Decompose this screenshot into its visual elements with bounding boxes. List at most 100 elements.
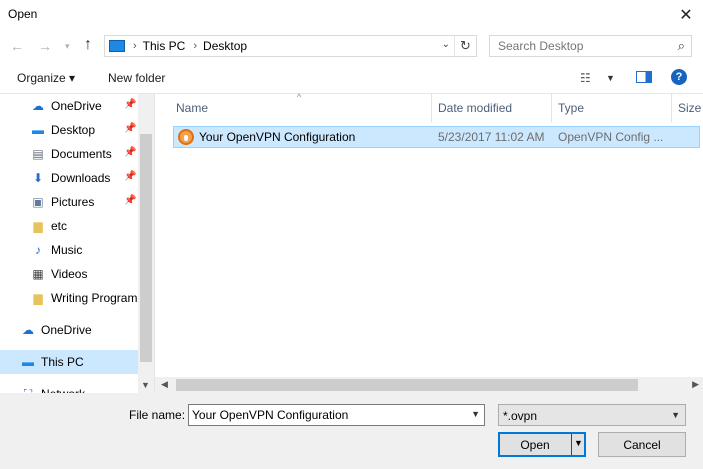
sidebar-item-label: This PC — [41, 355, 84, 369]
command-toolbar: Organize ▾ New folder ☷ ▼ ? — [0, 62, 703, 94]
scrollbar-thumb[interactable] — [140, 134, 152, 362]
downloads-icon: ⬇ — [32, 171, 44, 185]
column-divider[interactable] — [671, 94, 672, 122]
open-button-label: Open — [520, 438, 550, 452]
address-bar[interactable]: › This PC › Desktop ⌄ ↻ — [104, 35, 477, 57]
forward-arrow-icon[interactable]: → — [38, 38, 52, 54]
sidebar-item-label: Documents — [51, 147, 112, 161]
file-name-combobox[interactable]: ▼ — [188, 404, 485, 426]
horizontal-scrollbar[interactable]: ◀ ▶ — [155, 377, 703, 393]
sidebar-item-label: Desktop — [51, 123, 96, 137]
cancel-button[interactable]: Cancel — [598, 432, 686, 457]
pin-icon: 📌 — [124, 195, 137, 206]
openvpn-icon — [178, 129, 194, 145]
documents-icon: ▤ — [32, 147, 44, 161]
organize-button[interactable]: Organize ▾ — [17, 71, 75, 85]
breadcrumb-separator-icon[interactable]: › — [193, 40, 197, 52]
preview-pane-icon[interactable] — [636, 71, 652, 83]
file-type: OpenVPN Config ... — [558, 130, 664, 144]
column-divider[interactable] — [551, 94, 552, 122]
column-divider[interactable] — [431, 94, 432, 122]
scroll-down-icon[interactable]: ▼ — [141, 380, 150, 390]
sidebar-item-music[interactable]: ♪ Music — [0, 238, 138, 262]
address-dropdown-icon[interactable]: ⌄ — [442, 39, 450, 50]
file-type-filter-value: *.ovpn — [503, 409, 538, 423]
navigation-scrollbar[interactable]: ▼ — [138, 94, 154, 393]
back-arrow-icon[interactable]: ← — [10, 38, 24, 54]
file-row[interactable]: Your OpenVPN Configuration 5/23/2017 11:… — [173, 126, 700, 148]
pin-icon: 📌 — [124, 147, 137, 158]
sidebar-item-this-pc[interactable]: ▬ This PC — [0, 350, 138, 374]
sidebar-item-network[interactable]: ⛶Network — [0, 382, 138, 393]
window-title: Open — [8, 7, 38, 21]
desktop-icon: ▬ — [32, 123, 44, 137]
refresh-icon[interactable]: ↻ — [454, 36, 476, 56]
recent-locations-chevron-icon[interactable]: ▾ — [65, 41, 70, 52]
sidebar-item-label: OneDrive — [41, 323, 92, 337]
onedrive-icon: ☁ — [32, 99, 44, 113]
chevron-down-icon[interactable]: ▼ — [671, 410, 680, 420]
sidebar-item-desktop[interactable]: ▬ Desktop 📌 — [0, 118, 138, 142]
pictures-icon: ▣ — [32, 195, 44, 209]
breadcrumb-desktop[interactable]: Desktop — [203, 39, 247, 53]
onedrive-icon: ☁ — [22, 323, 34, 337]
sidebar-item-writing-program[interactable]: ▆ Writing Program — [0, 286, 138, 310]
view-options-icon[interactable]: ☷ — [580, 71, 591, 85]
file-name-panel: File name: ▼ *.ovpn ▼ Open ▼ Cancel — [0, 393, 703, 469]
scroll-right-icon[interactable]: ▶ — [692, 379, 699, 390]
column-header-date-modified[interactable]: Date modified — [438, 94, 512, 122]
address-row: ← → ▾ ↑ › This PC › Desktop ⌄ ↻ ⌕ — [0, 30, 703, 62]
column-header-type[interactable]: Type — [558, 94, 584, 122]
this-pc-icon: ▬ — [22, 355, 34, 369]
title-bar: Open ✕ — [0, 0, 703, 30]
open-options-chevron-icon[interactable]: ▼ — [574, 438, 583, 448]
file-list-pane[interactable]: ^ Name Date modified Type Size Your Open… — [154, 92, 703, 393]
sort-ascending-icon: ^ — [297, 92, 302, 102]
breadcrumb-separator-icon[interactable]: › — [133, 40, 137, 52]
chevron-down-icon[interactable]: ▼ — [471, 409, 480, 419]
search-input[interactable] — [490, 36, 670, 56]
view-dropdown-icon[interactable]: ▼ — [606, 73, 615, 83]
file-name-label: File name: — [129, 408, 186, 422]
sidebar-item-documents[interactable]: ▤ Documents 📌 — [0, 142, 138, 166]
search-icon[interactable]: ⌕ — [678, 38, 685, 54]
search-box[interactable]: ⌕ — [489, 35, 692, 57]
sidebar-item-downloads[interactable]: ⬇ Downloads 📌 — [0, 166, 138, 190]
folder-icon: ▆ — [33, 291, 43, 305]
file-name-input[interactable] — [189, 405, 464, 425]
sidebar-item-label: Downloads — [51, 171, 111, 185]
sidebar-item-label: Videos — [51, 267, 88, 281]
file-name: Your OpenVPN Configuration — [199, 130, 356, 144]
sidebar-item-label: OneDrive — [51, 99, 102, 113]
split-divider — [571, 434, 572, 455]
breadcrumb-this-pc[interactable]: This PC — [143, 39, 186, 53]
sidebar-item-etc[interactable]: ▆ etc — [0, 214, 138, 238]
sidebar-item-onedrive[interactable]: ☁ OneDrive 📌 — [0, 94, 138, 118]
sidebar-item-onedrive[interactable]: ☁ OneDrive — [0, 318, 138, 342]
sidebar-item-label: Music — [51, 243, 83, 257]
column-header-size[interactable]: Size — [678, 94, 701, 122]
network-icon: ⛶ — [20, 386, 36, 393]
new-folder-button[interactable]: New folder — [108, 71, 165, 85]
pin-icon: 📌 — [124, 99, 137, 110]
folder-icon: ▆ — [33, 219, 43, 233]
column-header-name[interactable]: Name — [176, 94, 208, 122]
this-pc-icon — [109, 40, 125, 52]
file-type-filter[interactable]: *.ovpn ▼ — [498, 404, 686, 426]
open-button[interactable]: Open ▼ — [498, 432, 586, 457]
pin-icon: 📌 — [124, 123, 137, 134]
music-icon: ♪ — [35, 243, 41, 257]
file-date-modified: 5/23/2017 11:02 AM — [438, 130, 545, 144]
sidebar-item-label: etc — [51, 219, 68, 233]
pin-icon: 📌 — [124, 171, 137, 182]
sidebar-item-pictures[interactable]: ▣ Pictures 📌 — [0, 190, 138, 214]
sidebar-item-videos[interactable]: ▦ Videos — [0, 262, 138, 286]
close-button[interactable]: ✕ — [669, 0, 703, 30]
help-icon[interactable]: ? — [671, 69, 687, 85]
sidebar-item-label: Pictures — [51, 195, 95, 209]
navigation-pane[interactable]: ☁ OneDrive 📌 ▬ Desktop 📌 ▤ Documents 📌 ⬇ Downloads… — [0, 94, 154, 393]
scrollbar-thumb[interactable] — [176, 379, 638, 391]
sidebar-item-label: Writing Program — [51, 291, 138, 305]
scroll-left-icon[interactable]: ◀ — [161, 379, 168, 390]
up-arrow-icon[interactable]: ↑ — [84, 36, 92, 54]
